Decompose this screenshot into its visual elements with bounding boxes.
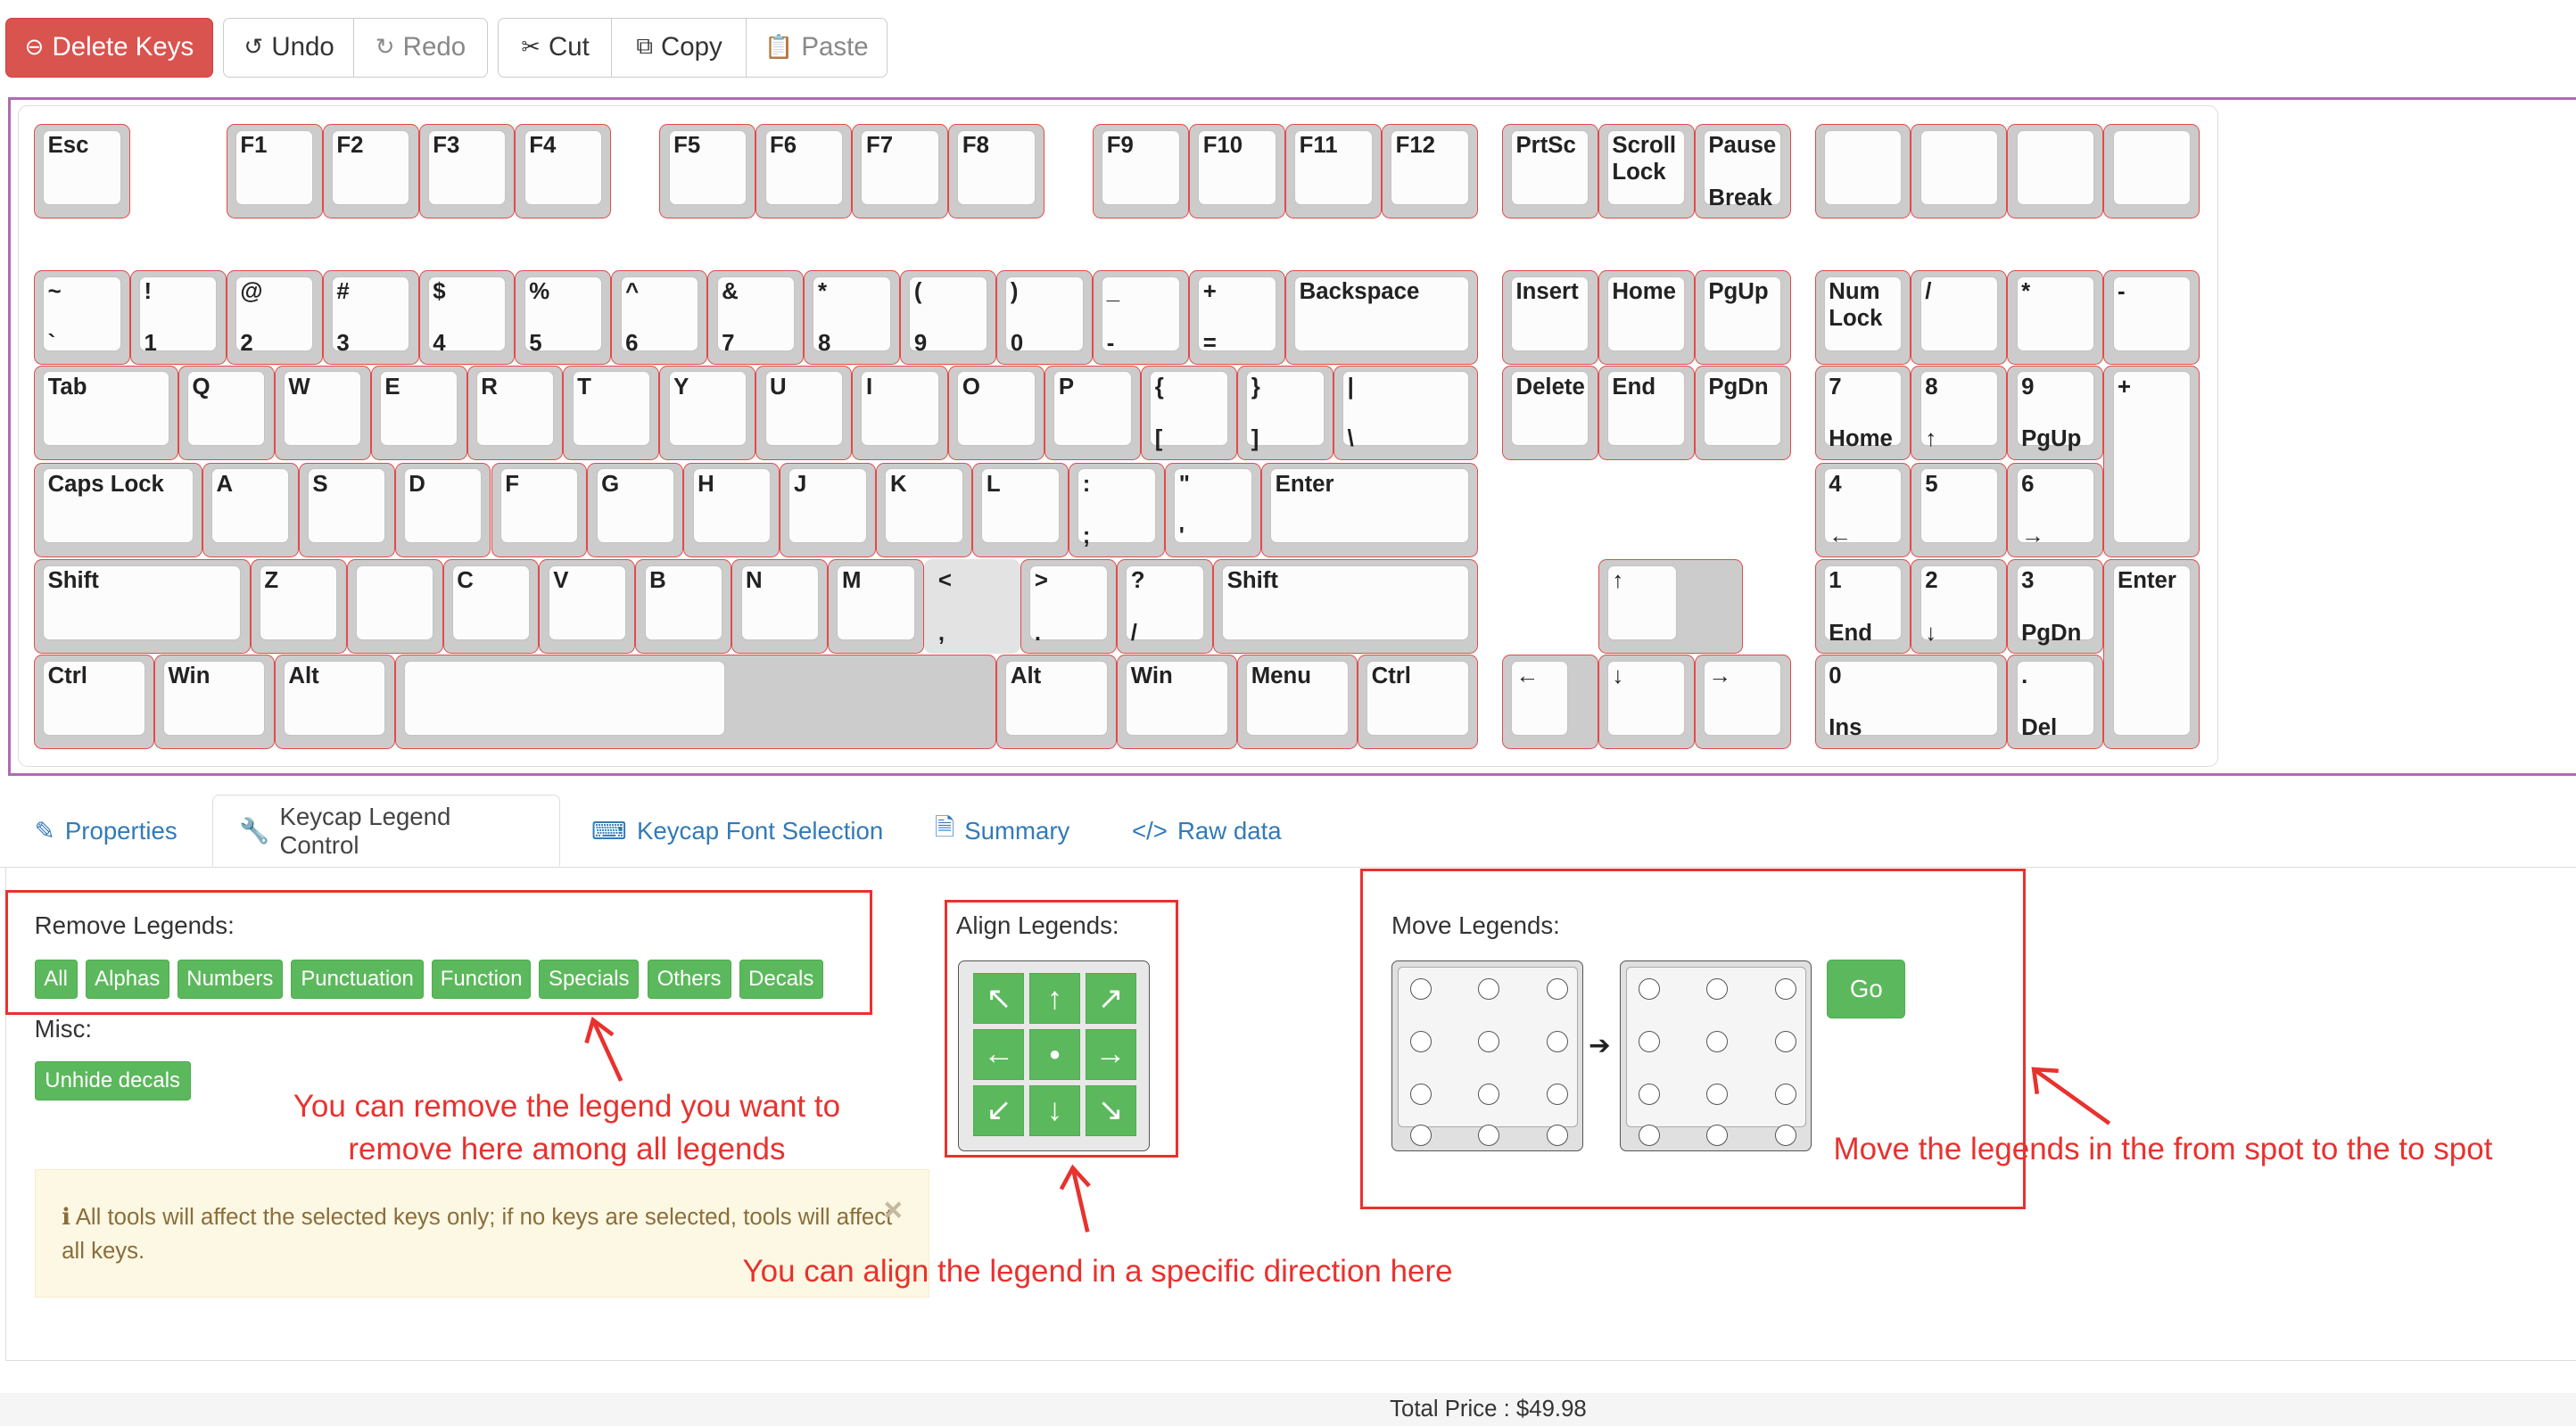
- move-legends-note: Move the legends in the from spot to the…: [1833, 1132, 2493, 1167]
- align-legends-note: You can align the legend in a specific d…: [742, 1253, 1453, 1289]
- total-price: Total Price : $49.98: [1390, 1396, 1587, 1422]
- move-note-arrow: [2032, 1067, 2111, 1125]
- remove-legends-note: You can remove the legend you want to re…: [293, 1089, 841, 1167]
- footer-bar: [0, 1392, 2576, 1426]
- wrench-icon: 🔧: [239, 817, 270, 845]
- tab-keycap-legend-control[interactable]: 🔧 Keycap Legend Control: [211, 795, 561, 868]
- annotation-arrows: [584, 1016, 2111, 1232]
